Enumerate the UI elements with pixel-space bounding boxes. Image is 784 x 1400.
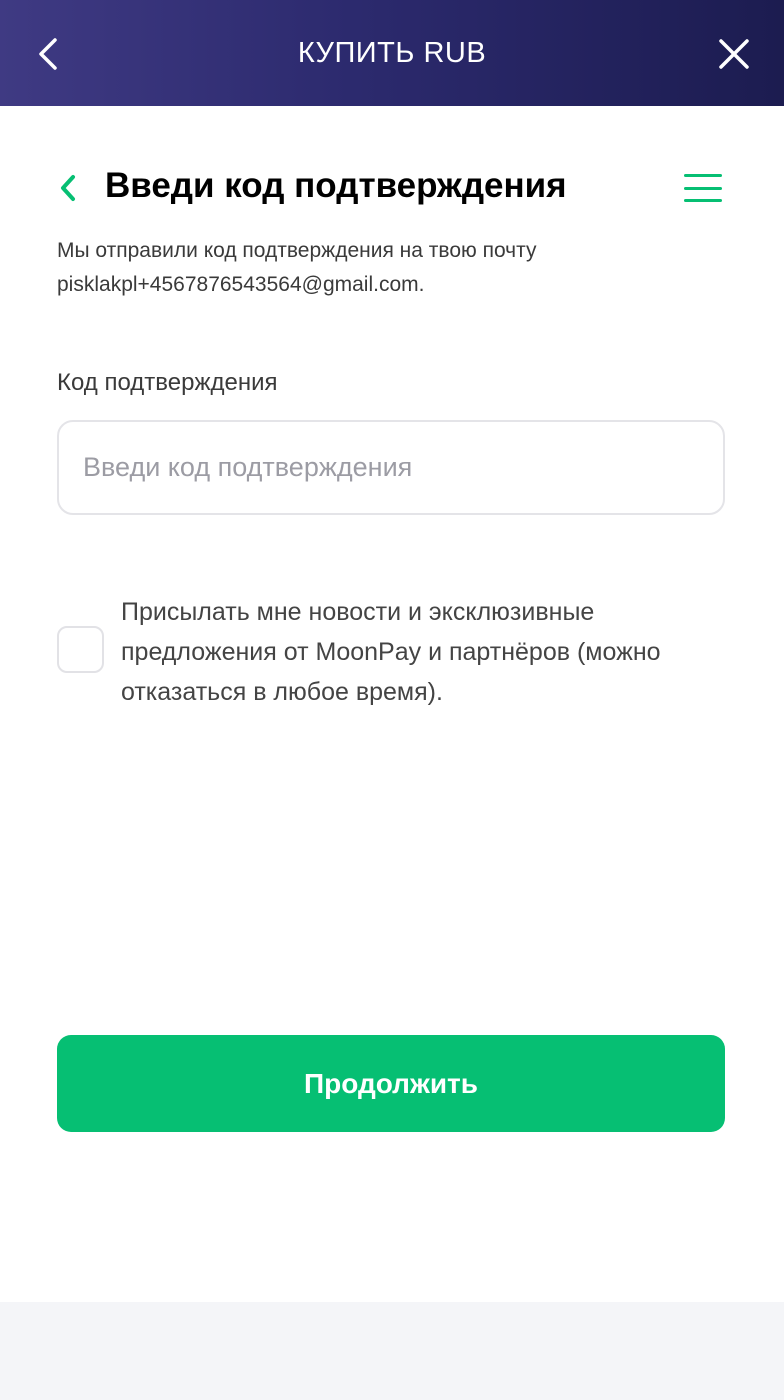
chevron-left-icon (39, 38, 57, 70)
topbar-close-button[interactable] (710, 30, 758, 78)
topbar-title: КУПИТЬ RUB (297, 36, 487, 69)
verification-code-input[interactable] (57, 420, 725, 515)
topbar-back-button[interactable] (26, 30, 70, 78)
close-icon (719, 39, 749, 69)
page-header: Введи код подтверждения (0, 162, 784, 214)
description: Мы отправили код подтверждения на твою п… (57, 234, 737, 302)
chevron-left-icon (61, 175, 75, 201)
description-text: Мы отправили код подтверждения на твою п… (57, 239, 537, 262)
code-field-label: Код подтверждения (57, 369, 278, 396)
main-content: Введи код подтверждения Мы отправили код… (0, 106, 784, 1302)
continue-button[interactable]: Продолжить (57, 1035, 725, 1132)
newsletter-checkbox[interactable] (57, 626, 104, 673)
newsletter-label: Присылать мне новости и эксклюзивные пре… (121, 598, 661, 706)
top-bar: КУПИТЬ RUB (0, 0, 784, 106)
hamburger-menu-icon[interactable] (680, 168, 726, 208)
back-button[interactable] (50, 170, 86, 206)
email-address: pisklakpl+4567876543564@gmail.com. (57, 273, 425, 296)
page-title: Введи код подтверждения (105, 166, 567, 205)
